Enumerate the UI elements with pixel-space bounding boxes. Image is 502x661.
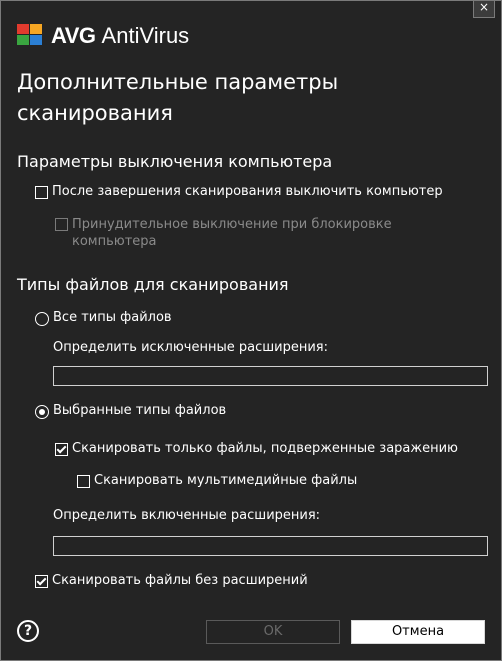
infectable-only-checkbox[interactable]: Сканировать только файлы, подверженные з…	[55, 441, 458, 456]
include-extensions-input[interactable]	[53, 536, 488, 556]
checkbox-box[interactable]	[35, 575, 48, 588]
exclude-extensions-input[interactable]	[53, 366, 488, 386]
force-shutdown-label: Принудительное выключение при блокировке…	[72, 216, 392, 250]
brand-logo-text: AVG	[51, 23, 96, 48]
checkbox-box[interactable]	[55, 443, 68, 456]
radio-button[interactable]	[35, 405, 49, 419]
multimedia-label: Сканировать мультимедийные файлы	[94, 473, 358, 488]
help-icon[interactable]: ?	[17, 620, 39, 642]
force-shutdown-label-line1: Принудительное выключение при блокировке	[72, 217, 392, 232]
dialog-window: × AVG AntiVirus Дополнительные параметры…	[0, 0, 502, 661]
no-extension-checkbox[interactable]: Сканировать файлы без расширений	[35, 573, 308, 588]
force-shutdown-label-line2: компьютера	[72, 234, 157, 249]
include-extensions-label: Определить включенные расширения:	[53, 508, 321, 523]
close-button[interactable]: ×	[473, 0, 495, 18]
close-icon: ×	[478, 0, 490, 14]
selected-filetypes-label: Выбранные типы файлов	[53, 403, 227, 418]
ok-button[interactable]: OK	[206, 620, 340, 644]
infectable-only-label: Сканировать только файлы, подверженные з…	[72, 441, 459, 456]
shutdown-heading: Параметры выключения компьютера	[17, 152, 333, 171]
page-title-line2: сканирования	[17, 101, 173, 125]
all-filetypes-radio[interactable]: Все типы файлов	[35, 310, 172, 326]
radio-button[interactable]	[35, 312, 49, 326]
no-extension-label: Сканировать файлы без расширений	[52, 573, 308, 588]
exclude-extensions-label: Определить исключенные расширения:	[53, 340, 328, 355]
filetypes-heading: Типы файлов для сканирования	[17, 275, 289, 294]
selected-filetypes-radio[interactable]: Выбранные типы файлов	[35, 403, 226, 419]
page-title: Дополнительные параметры сканирования	[17, 67, 338, 129]
brand-header: AVG AntiVirus	[17, 23, 189, 49]
checkbox-box[interactable]	[77, 475, 90, 488]
shutdown-after-scan-label: После завершения сканирования выключить …	[52, 184, 443, 199]
cancel-button[interactable]: Отмена	[351, 620, 485, 644]
shutdown-after-scan-checkbox[interactable]: После завершения сканирования выключить …	[35, 184, 443, 199]
page-title-line1: Дополнительные параметры	[17, 70, 339, 94]
multimedia-checkbox[interactable]: Сканировать мультимедийные файлы	[77, 473, 357, 488]
checkbox-box[interactable]	[35, 186, 48, 199]
avg-logo-icon	[17, 24, 45, 48]
checkbox-box[interactable]	[55, 218, 68, 231]
force-shutdown-checkbox[interactable]: Принудительное выключение при блокировке…	[55, 216, 392, 250]
product-name: AntiVirus	[101, 23, 190, 48]
all-filetypes-label: Все типы файлов	[53, 310, 172, 325]
